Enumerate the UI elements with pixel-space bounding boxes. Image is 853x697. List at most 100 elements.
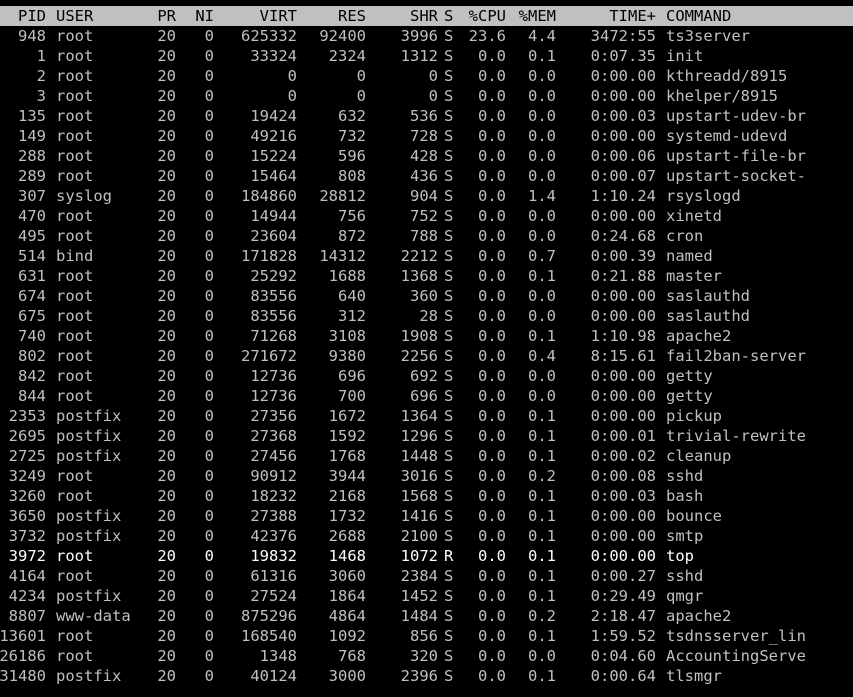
process-row[interactable]: 802 root 20 0 271672 9380 2256 S 0.0 0.4 8:15.61 fa…	[0, 346, 853, 366]
process-res: 1092	[328, 627, 366, 645]
process-cpu: 0.0	[478, 587, 506, 605]
column-header-nice[interactable]: NI	[184, 6, 214, 26]
process-row[interactable]: 1 root 20 0 33324 2324 1312 S 0.0 0.1 0:07.35 init	[0, 46, 853, 66]
process-res: 1592	[328, 427, 366, 445]
process-mem: 0.1	[528, 327, 556, 345]
process-priority: 20	[157, 407, 176, 425]
column-header-state[interactable]: S	[444, 6, 458, 26]
process-state: S	[444, 367, 454, 385]
process-priority: 20	[157, 487, 176, 505]
process-time: 0:00.39	[590, 247, 656, 265]
process-virt: 90912	[250, 467, 297, 485]
process-row[interactable]: 2 root 20 0 0 0 0 S 0.0 0.0 0:00.00 kthreadd/8915	[0, 66, 853, 86]
column-header-mem[interactable]: %MEM	[512, 6, 556, 26]
process-row[interactable]: 2695 postfix 20 0 27368 1592 1296 S 0.0 0.1 0:00.0…	[0, 426, 853, 446]
process-shr: 1296	[400, 427, 438, 445]
process-user: postfix	[56, 587, 122, 605]
process-row[interactable]: 307 syslog 20 0 184860 28812 904 S 0.0 1.4 1:10.24…	[0, 186, 853, 206]
column-header-virt[interactable]: VIRT	[218, 6, 297, 26]
process-res: 1768	[328, 447, 366, 465]
process-row[interactable]: 3972 root 20 0 19832 1468 1072 R 0.0 0.1 0:00.00 to…	[0, 546, 853, 566]
process-cpu: 0.0	[478, 467, 506, 485]
process-pid: 1	[36, 47, 46, 65]
column-header-res[interactable]: RES	[300, 6, 366, 26]
process-row[interactable]: 3 root 20 0 0 0 0 S 0.0 0.0 0:00.00 khelper/8915	[0, 86, 853, 106]
process-virt: 0	[287, 67, 297, 85]
process-time: 1:10.24	[590, 187, 656, 205]
process-command: master	[666, 267, 722, 285]
process-row[interactable]: 31480 postfix 20 0 40124 3000 2396 S 0.0 0.1 0:00.…	[0, 666, 853, 686]
process-row[interactable]: 675 root 20 0 83556 312 28 S 0.0 0.0 0:00.00 saslau…	[0, 306, 853, 326]
column-header-cpu[interactable]: %CPU	[460, 6, 506, 26]
process-priority: 20	[157, 467, 176, 485]
process-row[interactable]: 470 root 20 0 14944 756 752 S 0.0 0.0 0:00.00 xinet…	[0, 206, 853, 226]
process-user: postfix	[56, 527, 122, 545]
process-row[interactable]: 2725 postfix 20 0 27456 1768 1448 S 0.0 0.1 0:00.0…	[0, 446, 853, 466]
process-pid: 802	[18, 347, 46, 365]
process-row[interactable]: 674 root 20 0 83556 640 360 S 0.0 0.0 0:00.00 sasla…	[0, 286, 853, 306]
process-row[interactable]: 948 root 20 0 625332 92400 3996 S 23.6 4.4 3472:55…	[0, 26, 853, 46]
process-row[interactable]: 3249 root 20 0 90912 3944 3016 S 0.0 0.2 0:00.08 ss…	[0, 466, 853, 486]
column-header-user[interactable]: USER	[56, 6, 152, 26]
process-row[interactable]: 135 root 20 0 19424 632 536 S 0.0 0.0 0:00.03 upsta…	[0, 106, 853, 126]
process-user: root	[56, 267, 94, 285]
process-time: 0:00.00	[590, 387, 656, 405]
process-mem: 0.7	[528, 247, 556, 265]
process-state: S	[444, 27, 454, 45]
process-state: S	[444, 427, 454, 445]
process-res: 0	[356, 67, 366, 85]
process-virt: 12736	[250, 367, 297, 385]
process-priority: 20	[157, 27, 176, 45]
process-res: 1864	[328, 587, 366, 605]
process-cpu: 0.0	[478, 667, 506, 685]
process-row[interactable]: 495 root 20 0 23604 872 788 S 0.0 0.0 0:24.68 cron	[0, 226, 853, 246]
process-row[interactable]: 149 root 20 0 49216 732 728 S 0.0 0.0 0:00.00 syste…	[0, 126, 853, 146]
process-row[interactable]: 2353 postfix 20 0 27356 1672 1364 S 0.0 0.1 0:00.0…	[0, 406, 853, 426]
column-header-shr[interactable]: SHR	[370, 6, 438, 26]
process-state: S	[444, 607, 454, 625]
process-priority: 20	[157, 427, 176, 445]
process-row[interactable]: 514 bind 20 0 171828 14312 2212 S 0.0 0.7 0:00.39 n…	[0, 246, 853, 266]
process-row[interactable]: 4234 postfix 20 0 27524 1864 1452 S 0.0 0.1 0:29.4…	[0, 586, 853, 606]
process-nice: 0	[204, 107, 214, 125]
process-row[interactable]: 289 root 20 0 15464 808 436 S 0.0 0.0 0:00.07 upsta…	[0, 166, 853, 186]
process-cpu: 0.0	[478, 267, 506, 285]
process-priority: 20	[157, 587, 176, 605]
process-row[interactable]: 8807 www-data 20 0 875296 4864 1484 S 0.0 0.2 2:18…	[0, 606, 853, 626]
process-row[interactable]: 740 root 20 0 71268 3108 1908 S 0.0 0.1 1:10.98 apa…	[0, 326, 853, 346]
process-state: S	[444, 567, 454, 585]
process-row[interactable]: 842 root 20 0 12736 696 692 S 0.0 0.0 0:00.00 getty	[0, 366, 853, 386]
process-virt: 14944	[250, 207, 297, 225]
process-time: 0:00.01	[590, 427, 656, 445]
column-header-command[interactable]: COMMAND	[666, 6, 853, 26]
process-command: kthreadd/8915	[666, 67, 788, 85]
process-row[interactable]: 3260 root 20 0 18232 2168 1568 S 0.0 0.1 0:00.03 ba…	[0, 486, 853, 506]
process-row[interactable]: 3650 postfix 20 0 27388 1732 1416 S 0.0 0.1 0:00.0…	[0, 506, 853, 526]
process-cpu: 0.0	[478, 487, 506, 505]
process-nice: 0	[204, 267, 214, 285]
process-mem: 0.0	[528, 307, 556, 325]
column-header-time[interactable]: TIME+	[566, 6, 656, 26]
process-mem: 0.0	[528, 67, 556, 85]
process-row[interactable]: 4164 root 20 0 61316 3060 2384 S 0.0 0.1 0:00.27 ss…	[0, 566, 853, 586]
process-time: 0:00.00	[590, 527, 656, 545]
process-user: postfix	[56, 407, 122, 425]
process-mem: 0.1	[528, 507, 556, 525]
process-row[interactable]: 3732 postfix 20 0 42376 2688 2100 S 0.0 0.1 0:00.0…	[0, 526, 853, 546]
process-row[interactable]: 631 root 20 0 25292 1688 1368 S 0.0 0.1 0:21.88 mas…	[0, 266, 853, 286]
column-header-priority[interactable]: PR	[150, 6, 176, 26]
process-cpu: 0.0	[478, 107, 506, 125]
process-res: 1732	[328, 507, 366, 525]
process-nice: 0	[204, 467, 214, 485]
process-row[interactable]: 844 root 20 0 12736 700 696 S 0.0 0.0 0:00.00 getty	[0, 386, 853, 406]
column-header-pid[interactable]: PID	[0, 6, 46, 26]
process-row[interactable]: 26186 root 20 0 1348 768 320 S 0.0 0.0 0:04.60 Acco…	[0, 646, 853, 666]
process-mem: 0.1	[528, 427, 556, 445]
process-nice: 0	[204, 347, 214, 365]
process-res: 1688	[328, 267, 366, 285]
process-command: named	[666, 247, 713, 265]
process-state: S	[444, 187, 454, 205]
process-pid: 514	[18, 247, 46, 265]
process-row[interactable]: 13601 root 20 0 168540 1092 856 S 0.0 0.1 1:59.52 t…	[0, 626, 853, 646]
process-row[interactable]: 288 root 20 0 15224 596 428 S 0.0 0.0 0:00.06 upsta…	[0, 146, 853, 166]
